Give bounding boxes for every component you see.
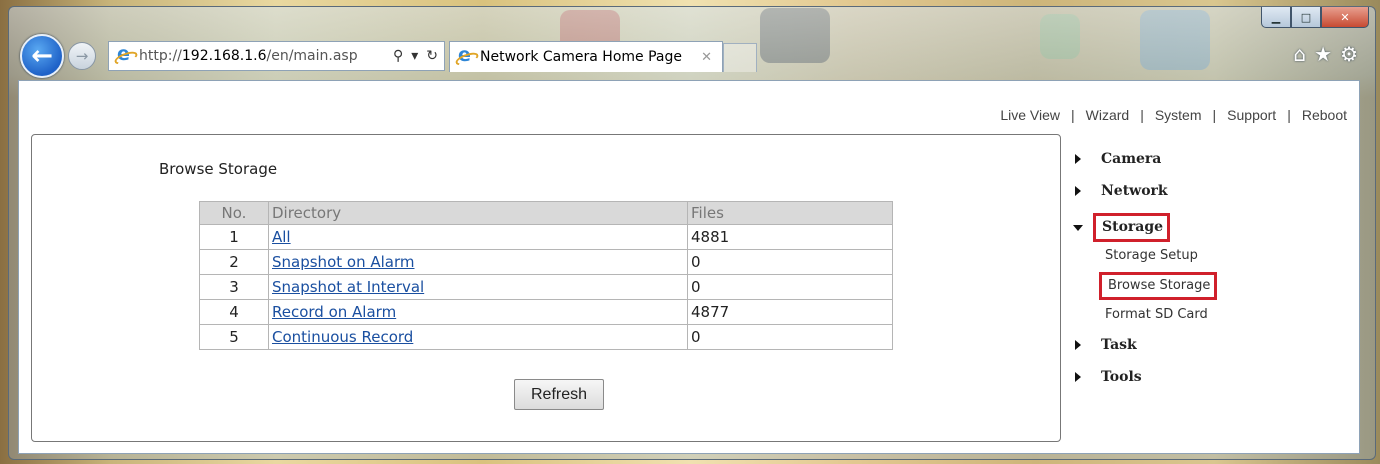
- row-no: 2: [199, 249, 269, 275]
- nav-separator: |: [1140, 107, 1144, 123]
- expand-arrow-icon: [1075, 186, 1081, 196]
- star-icon[interactable]: ★: [1314, 42, 1332, 66]
- sidebar-subitem-browse-storage[interactable]: Browse Storage: [1099, 272, 1218, 300]
- sidebar-item-label: Tools: [1101, 369, 1142, 385]
- refresh-icon[interactable]: ↻: [426, 48, 438, 64]
- new-tab-button[interactable]: [723, 43, 757, 72]
- sidebar-item-label: Camera: [1101, 151, 1162, 167]
- directory-link-continuous-record[interactable]: Continuous Record: [272, 328, 413, 346]
- ie-logo-icon: [115, 43, 133, 65]
- gear-icon[interactable]: ⚙: [1340, 42, 1358, 66]
- back-button[interactable]: ←: [20, 34, 64, 78]
- ie-logo-icon: [456, 44, 474, 66]
- row-files: 4877: [687, 299, 893, 325]
- url-path: /en/main.asp: [266, 48, 358, 64]
- row-files: 0: [687, 249, 893, 275]
- directory-link-all[interactable]: All: [272, 228, 291, 246]
- browser-toolbar-icons: ⌂ ★ ⚙: [1293, 42, 1358, 66]
- nav-separator: |: [1070, 107, 1075, 123]
- page-title: Browse Storage: [159, 160, 278, 178]
- table-row: 4 Record on Alarm 4877: [199, 299, 893, 325]
- search-icon[interactable]: ⚲: [393, 48, 403, 64]
- row-directory: Continuous Record: [268, 324, 688, 350]
- header-no: No.: [199, 201, 269, 225]
- top-navigation: Live View | Wizard | System | Support | …: [1000, 107, 1347, 123]
- row-no: 4: [199, 299, 269, 325]
- forward-arrow-icon: →: [75, 47, 89, 65]
- table-row: 2 Snapshot on Alarm 0: [199, 249, 893, 275]
- nav-system[interactable]: System: [1155, 107, 1202, 123]
- forward-button[interactable]: →: [68, 42, 96, 70]
- nav-separator: |: [1287, 107, 1291, 123]
- nav-separator: |: [1212, 107, 1217, 123]
- sidebar-item-task[interactable]: Task: [1075, 337, 1137, 353]
- row-files: 0: [687, 274, 893, 300]
- maximize-button[interactable]: □: [1291, 7, 1321, 28]
- row-files: 4881: [687, 224, 893, 250]
- storage-table: No. Directory Files 1 All 4881 2 Snapsho…: [199, 201, 893, 350]
- web-page: Live View | Wizard | System | Support | …: [18, 80, 1360, 454]
- row-directory: Snapshot on Alarm: [268, 249, 688, 275]
- row-files: 0: [687, 324, 893, 350]
- url-host: 192.168.1.6: [181, 48, 267, 64]
- row-no: 1: [199, 224, 269, 250]
- sidebar-item-label: Task: [1101, 337, 1137, 353]
- home-icon[interactable]: ⌂: [1293, 42, 1306, 66]
- expand-arrow-icon: [1075, 372, 1081, 382]
- browse-storage-panel: Browse Storage No. Directory Files 1 All…: [31, 134, 1061, 442]
- sidebar-item-network[interactable]: Network: [1075, 183, 1168, 199]
- address-tools: ⚲ ▾ ↻: [393, 48, 438, 64]
- row-directory: Record on Alarm: [268, 299, 688, 325]
- row-directory: Snapshot at Interval: [268, 274, 688, 300]
- table-row: 5 Continuous Record 0: [199, 324, 893, 350]
- back-arrow-icon: ←: [31, 41, 53, 71]
- nav-live-view[interactable]: Live View: [1000, 107, 1060, 123]
- directory-link-snapshot-at-interval[interactable]: Snapshot at Interval: [272, 278, 424, 296]
- header-files: Files: [687, 201, 893, 225]
- tab-title: Network Camera Home Page: [480, 49, 682, 65]
- window-controls: ▁ □ ✕: [1261, 7, 1369, 29]
- minimize-button[interactable]: ▁: [1261, 7, 1291, 28]
- sidebar-item-label-highlighted: Storage: [1093, 213, 1171, 242]
- row-directory: All: [268, 224, 688, 250]
- table-row: 1 All 4881: [199, 224, 893, 250]
- header-directory: Directory: [268, 201, 688, 225]
- row-no: 3: [199, 274, 269, 300]
- url-prefix: http://: [139, 48, 182, 64]
- address-bar[interactable]: http://192.168.1.6/en/main.asp ⚲ ▾ ↻: [108, 41, 445, 71]
- directory-link-snapshot-on-alarm[interactable]: Snapshot on Alarm: [272, 253, 414, 271]
- nav-support[interactable]: Support: [1227, 107, 1276, 123]
- table-row: 3 Snapshot at Interval 0: [199, 274, 893, 300]
- sidebar-item-camera[interactable]: Camera: [1075, 151, 1161, 167]
- close-tab-icon[interactable]: ✕: [701, 50, 712, 65]
- sidebar-subitem-format-sd-card[interactable]: Format SD Card: [1105, 307, 1208, 322]
- close-window-button[interactable]: ✕: [1321, 7, 1369, 28]
- collapse-arrow-icon: [1073, 224, 1083, 231]
- dropdown-icon[interactable]: ▾: [411, 48, 418, 64]
- row-no: 5: [199, 324, 269, 350]
- nav-wizard[interactable]: Wizard: [1086, 107, 1130, 123]
- sidebar-subitem-storage-setup[interactable]: Storage Setup: [1105, 248, 1198, 263]
- refresh-button[interactable]: Refresh: [514, 379, 604, 410]
- table-header-row: No. Directory Files: [199, 201, 893, 225]
- expand-arrow-icon: [1075, 154, 1081, 164]
- directory-link-record-on-alarm[interactable]: Record on Alarm: [272, 303, 396, 321]
- sidebar-item-label: Network: [1101, 183, 1168, 199]
- nav-reboot[interactable]: Reboot: [1302, 107, 1347, 123]
- expand-arrow-icon: [1075, 340, 1081, 350]
- sidebar-item-tools[interactable]: Tools: [1075, 369, 1142, 385]
- tab-network-camera[interactable]: Network Camera Home Page ✕: [449, 41, 723, 72]
- sidebar-item-storage[interactable]: Storage: [1073, 213, 1171, 242]
